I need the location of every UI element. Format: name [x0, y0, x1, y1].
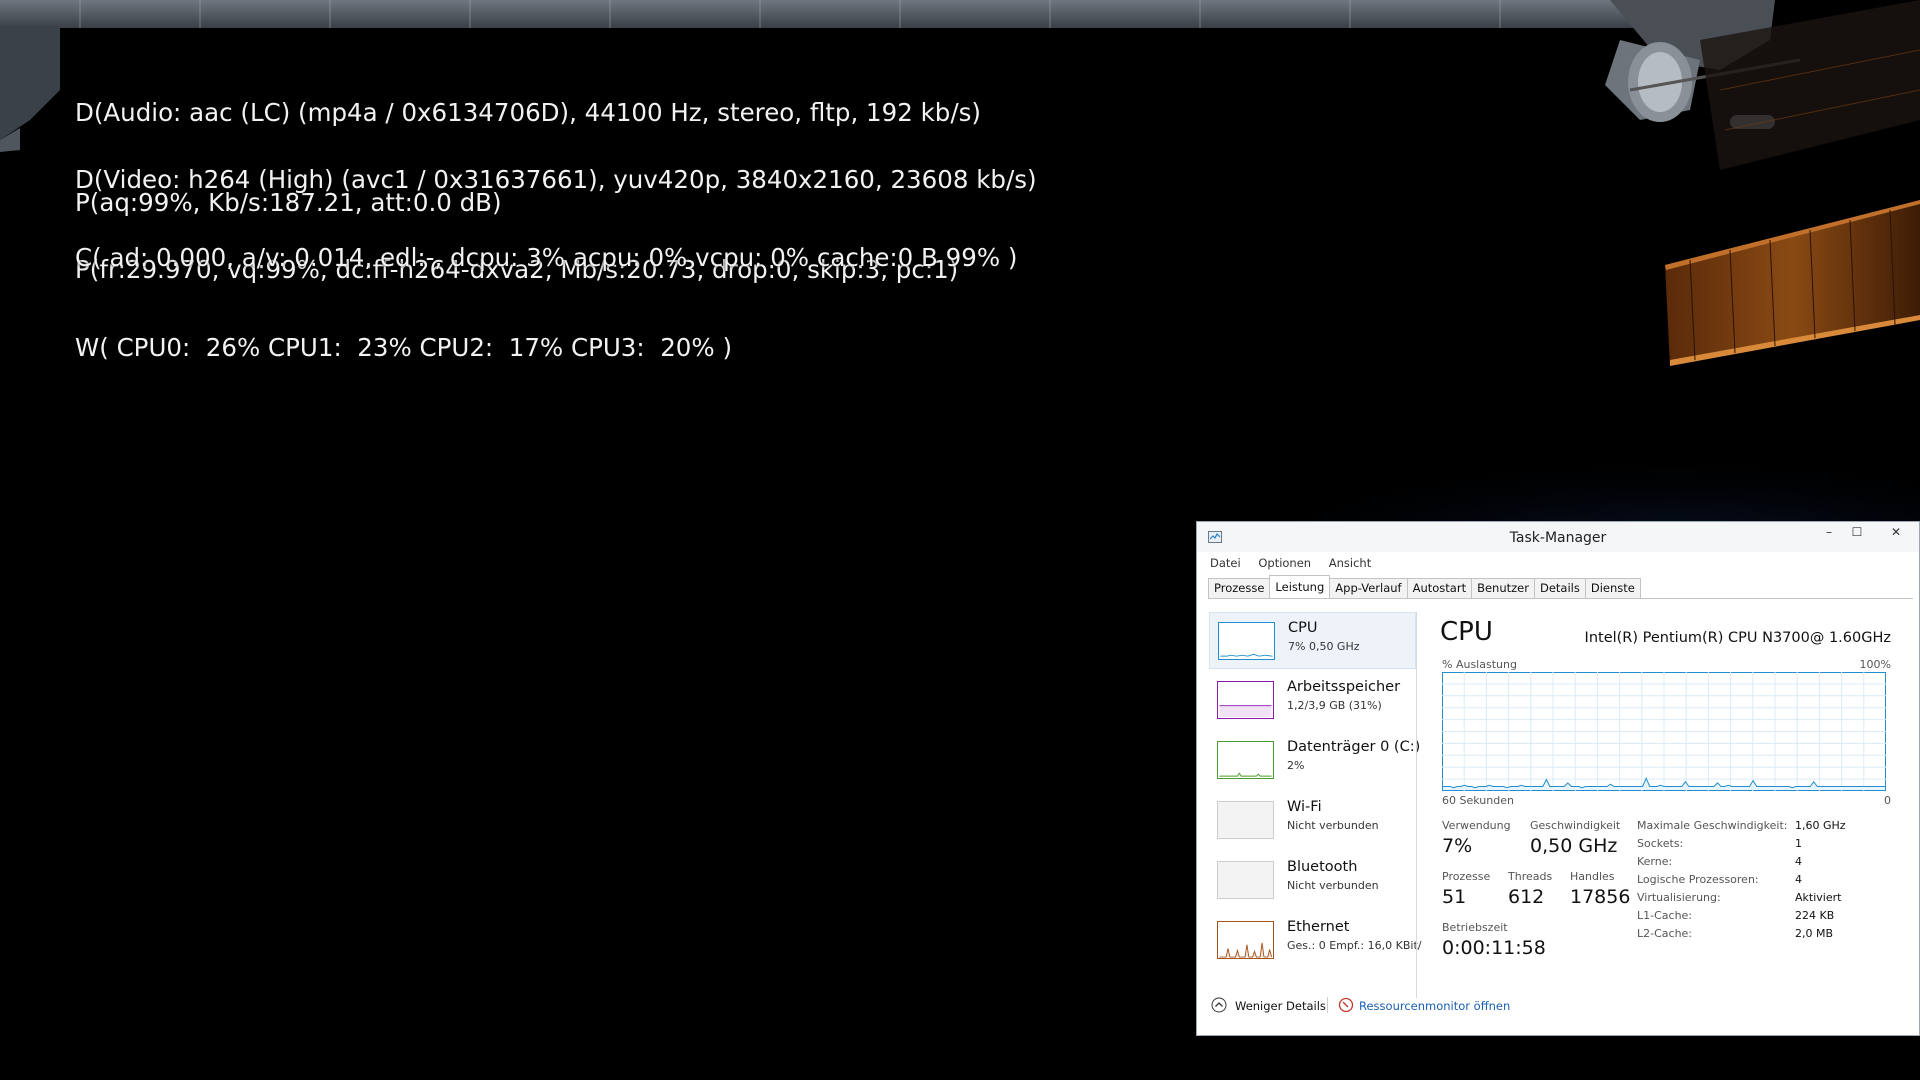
spec-max-speed-value: 1,60 GHz: [1795, 819, 1846, 832]
utilization-max-label: 100%: [1859, 658, 1891, 671]
geschwindigkeit-value: 0,50 GHz: [1530, 835, 1618, 857]
resource-value: 1,2/3,9 GB (31%): [1287, 699, 1382, 712]
resource-name: CPU: [1288, 620, 1318, 636]
resource-item-memory[interactable]: Arbeitsspeicher 1,2/3,9 GB (31%): [1209, 672, 1416, 729]
title-bar[interactable]: Task-Manager – ☐ ✕: [1197, 522, 1919, 552]
ethernet-thumbnail-graph: [1217, 921, 1274, 959]
resource-item-wifi[interactable]: Wi-Fi Nicht verbunden: [1209, 792, 1416, 849]
cpu-panel-title: CPU: [1440, 617, 1493, 647]
tab-strip: Prozesse Leistung App-Verlauf Autostart …: [1208, 575, 1641, 599]
tab-prozesse[interactable]: Prozesse: [1208, 578, 1271, 598]
spec-logical-label: Logische Prozessoren:: [1637, 873, 1759, 886]
minimize-button[interactable]: –: [1815, 522, 1843, 544]
maximize-button[interactable]: ☐: [1843, 522, 1871, 544]
prozesse-value: 51: [1442, 886, 1467, 908]
resource-name: Arbeitsspeicher: [1287, 679, 1401, 695]
menu-bar: Datei Optionen Ansicht: [1210, 556, 1385, 570]
spec-virtualization-label: Virtualisierung:: [1637, 891, 1721, 904]
spec-virtualization-value: Aktiviert: [1795, 891, 1842, 904]
tab-autostart[interactable]: Autostart: [1406, 578, 1473, 598]
resource-monitor-icon[interactable]: [1338, 997, 1354, 1013]
resource-item-disk[interactable]: Datenträger 0 (C:) 2%: [1209, 732, 1420, 789]
weniger-details-link[interactable]: Weniger Details: [1235, 999, 1326, 1013]
spec-sockets-value: 1: [1795, 837, 1802, 850]
spec-cores-label: Kerne:: [1637, 855, 1673, 868]
resource-list: CPU 7% 0,50 GHz Arbeitsspeicher 1,2/3,9 …: [1209, 612, 1421, 972]
spec-l1-value: 224 KB: [1795, 909, 1835, 922]
handles-value: 17856: [1570, 886, 1631, 908]
panel-divider: [1416, 612, 1417, 998]
handles-label: Handles: [1570, 870, 1615, 883]
bluetooth-thumbnail-graph: [1217, 861, 1274, 899]
resource-name: Bluetooth: [1287, 859, 1358, 875]
window-title: Task-Manager: [1509, 530, 1607, 546]
wifi-thumbnail-graph: [1217, 801, 1274, 839]
verwendung-value: 7%: [1442, 835, 1473, 857]
tab-app-verlauf[interactable]: App-Verlauf: [1329, 578, 1408, 598]
graph-time-span-label: 60 Sekunden: [1442, 794, 1514, 807]
resource-name: Wi-Fi: [1287, 799, 1322, 815]
tab-benutzer[interactable]: Benutzer: [1471, 578, 1535, 598]
task-manager-window: Task-Manager – ☐ ✕ Datei Optionen Ansich…: [1196, 521, 1920, 1036]
tab-dienste[interactable]: Dienste: [1584, 578, 1641, 598]
osd-clock-line: C( ad: 0.000, a/v: 0.014, edl:-, dcpu: 3…: [75, 243, 1018, 272]
menu-datei[interactable]: Datei: [1210, 556, 1241, 570]
chevron-up-icon[interactable]: [1211, 997, 1227, 1013]
resource-value: 7% 0,50 GHz: [1288, 640, 1360, 653]
verwendung-label: Verwendung: [1442, 819, 1511, 832]
cpu-model-name: Intel(R) Pentium(R) CPU N3700@ 1.60GHz: [1584, 630, 1891, 646]
threads-value: 612: [1508, 886, 1545, 908]
resource-value: 2%: [1287, 759, 1305, 772]
resource-value: Nicht verbunden: [1287, 819, 1379, 832]
spec-l2-label: L2-Cache:: [1637, 927, 1693, 940]
utilization-label: % Auslastung: [1442, 658, 1517, 671]
tab-leistung[interactable]: Leistung: [1269, 575, 1331, 598]
resource-value: Ges.: 0 Empf.: 16,0 KBit/: [1287, 939, 1422, 952]
resource-item-bluetooth[interactable]: Bluetooth Nicht verbunden: [1209, 852, 1416, 909]
betriebszeit-value: 0:00:11:58: [1442, 937, 1546, 959]
resource-value: Nicht verbunden: [1287, 879, 1379, 892]
spec-sockets-label: Sockets:: [1637, 837, 1684, 850]
threads-label: Threads: [1508, 870, 1553, 883]
memory-thumbnail-graph: [1217, 681, 1274, 719]
cpu-utilization-graph: [1442, 672, 1886, 791]
graph-time-now-label: 0: [1884, 794, 1891, 807]
spec-l1-label: L1-Cache:: [1637, 909, 1693, 922]
close-button[interactable]: ✕: [1873, 522, 1919, 544]
bottom-divider: [1327, 997, 1328, 1013]
menu-optionen[interactable]: Optionen: [1258, 556, 1311, 570]
menu-ansicht[interactable]: Ansicht: [1329, 556, 1371, 570]
spec-cores-value: 4: [1795, 855, 1802, 868]
osd-cpu-cores-line: W( CPU0: 26% CPU1: 23% CPU2: 17% CPU3: 2…: [75, 333, 733, 362]
cpu-thumbnail-graph: [1218, 622, 1275, 660]
geschwindigkeit-label: Geschwindigkeit: [1530, 819, 1621, 832]
resource-name: Datenträger 0 (C:): [1287, 739, 1421, 755]
betriebszeit-label: Betriebszeit: [1442, 921, 1508, 934]
resource-item-ethernet[interactable]: Ethernet Ges.: 0 Empf.: 16,0 KBit/: [1209, 912, 1421, 969]
tab-divider: [1208, 598, 1913, 599]
tab-details[interactable]: Details: [1533, 578, 1586, 598]
ressourcenmonitor-link[interactable]: Ressourcenmonitor öffnen: [1359, 999, 1510, 1013]
disk-thumbnail-graph: [1217, 741, 1274, 779]
spec-max-speed-label: Maximale Geschwindigkeit:: [1637, 819, 1788, 832]
spec-l2-value: 2,0 MB: [1795, 927, 1834, 940]
prozesse-label: Prozesse: [1442, 870, 1491, 883]
spec-logical-value: 4: [1795, 873, 1802, 886]
resource-name: Ethernet: [1287, 919, 1350, 935]
osd-cpu-info: C( ad: 0.000, a/v: 0.014, edl:-, dcpu: 3…: [75, 183, 1017, 393]
resource-item-cpu[interactable]: CPU 7% 0,50 GHz: [1209, 612, 1416, 669]
